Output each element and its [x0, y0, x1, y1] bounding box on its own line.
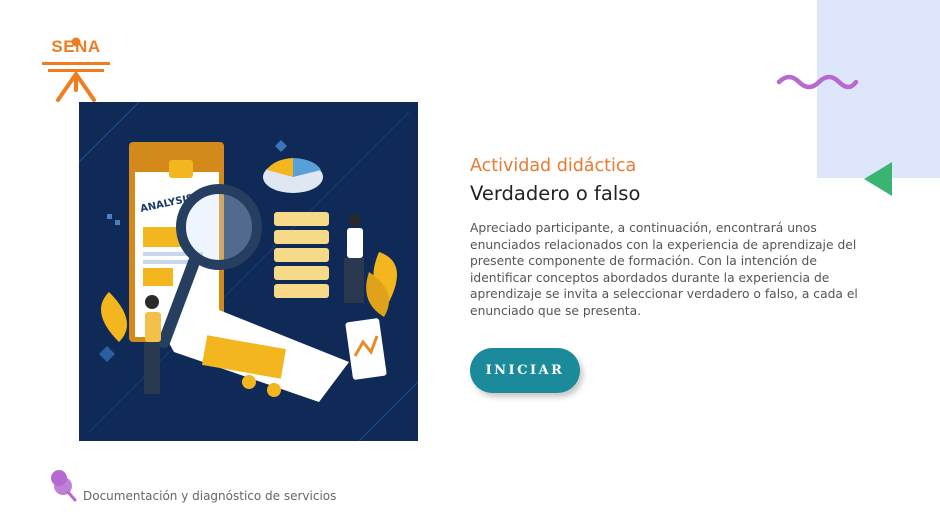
analysis-illustration: ANALYSIS: [79, 102, 418, 441]
logo-figure-icon: [42, 37, 110, 102]
footer-course-name: Documentación y diagnóstico de servicios: [83, 489, 337, 503]
pin-icon: [51, 470, 77, 502]
sena-logo: SENA: [40, 34, 112, 104]
activity-description: Apreciado participante, a continuación, …: [470, 221, 858, 318]
activity-content: Actividad didáctica Verdadero o falso Ap…: [470, 156, 870, 319]
activity-kicker: Actividad didáctica: [470, 156, 637, 176]
start-button[interactable]: INICIAR: [470, 348, 580, 393]
squiggle-decoration: [776, 74, 859, 90]
activity-title: Verdadero o falso: [470, 182, 641, 205]
